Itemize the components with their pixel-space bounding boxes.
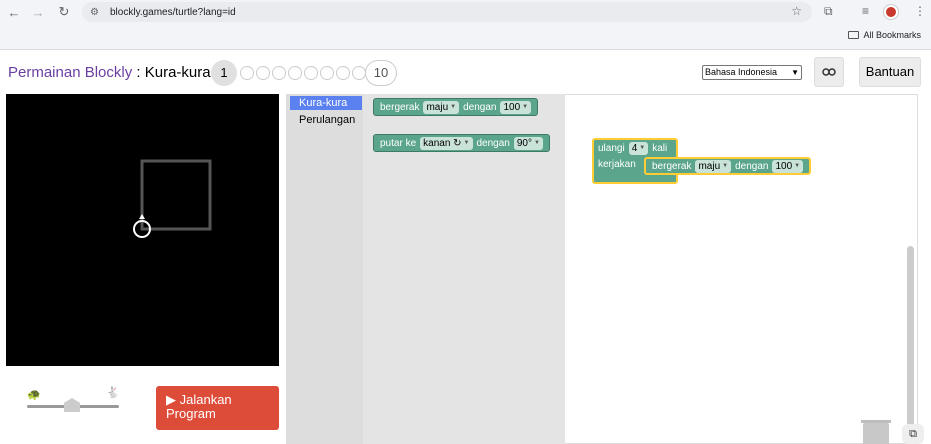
fast-rabbit-icon: 🐇 <box>106 387 120 399</box>
move-with-label: dengan <box>463 101 497 113</box>
chevron-down-icon: ▼ <box>639 145 646 151</box>
browser-toolbar: ← → ↻ ⚙ blockly.games/turtle?lang=id ☆ ⧉… <box>0 0 931 24</box>
run-label-line1: Jalankan <box>179 392 232 407</box>
repeat-count-dropdown[interactable]: 4 ▼ <box>628 142 649 155</box>
level-dot[interactable] <box>240 66 254 80</box>
trash-icon[interactable] <box>863 423 889 444</box>
level-dot[interactable] <box>320 66 334 80</box>
level-last[interactable]: 10 <box>365 60 397 86</box>
turn-with-label: dengan <box>476 137 510 149</box>
translate-icon[interactable]: ⧉ <box>902 424 924 444</box>
menu-icon[interactable]: ⋮ <box>914 4 926 18</box>
level-dot[interactable] <box>272 66 286 80</box>
turtle-canvas <box>133 159 212 238</box>
address-bar[interactable]: ⚙ blockly.games/turtle?lang=id ☆ <box>82 2 812 22</box>
workspace-scrollbar[interactable] <box>907 246 914 432</box>
turtle-head-icon <box>139 214 145 219</box>
turn-label: putar ke <box>380 137 417 149</box>
bookmarks-bar: All Bookmarks <box>0 24 931 50</box>
reload-icon[interactable]: ↻ <box>52 0 76 24</box>
link-icon <box>822 68 836 76</box>
turn-amount-dropdown[interactable]: 90° ▼ <box>513 136 543 150</box>
all-bookmarks-label: All Bookmarks <box>863 30 921 40</box>
game-name: Kura-kura <box>144 64 211 81</box>
language-value: Bahasa Indonesia <box>705 67 778 77</box>
language-select[interactable]: Bahasa Indonesia ▼ <box>702 65 802 80</box>
repeat-do-label: kerjakan <box>598 159 636 170</box>
level-current[interactable]: 1 <box>211 60 237 86</box>
chevron-down-icon: ▼ <box>534 139 540 146</box>
category-turtle[interactable]: Kura-kura <box>290 96 362 110</box>
chevron-down-icon: ▼ <box>791 68 799 77</box>
chevron-down-icon: ▼ <box>463 139 470 146</box>
chevron-down-icon: ▼ <box>794 162 801 169</box>
workspace-move-block[interactable]: bergerak maju ▼ dengan 100 ▼ <box>644 157 812 175</box>
help-button[interactable]: Bantuan <box>859 57 921 87</box>
all-bookmarks[interactable]: All Bookmarks <box>848 30 921 40</box>
blockly-toolbox <box>286 94 363 444</box>
slow-turtle-icon: 🐢 <box>27 389 41 401</box>
profile-avatar[interactable] <box>884 5 898 19</box>
chevron-down-icon: ▼ <box>522 103 529 110</box>
level-dot[interactable] <box>256 66 270 80</box>
level-dot[interactable] <box>288 66 302 80</box>
chevron-down-icon: ▼ <box>450 103 457 110</box>
folder-icon <box>848 31 860 39</box>
drawn-square <box>140 159 212 231</box>
category-loops[interactable]: Perulangan <box>290 113 362 127</box>
repeat-label: ulangi <box>598 143 625 154</box>
title-separator: : <box>132 64 145 81</box>
extensions-icon[interactable]: ⧉ <box>824 4 833 19</box>
bookmark-star-icon[interactable]: ☆ <box>791 4 802 18</box>
move-amount-dropdown[interactable]: 100 ▼ <box>500 100 532 114</box>
games-home-link[interactable]: Permainan Blockly <box>8 64 132 81</box>
forward-icon[interactable]: → <box>26 0 50 24</box>
play-icon: ▶ <box>166 392 180 407</box>
media-icon[interactable]: ≡ <box>862 4 869 18</box>
move-label: bergerak <box>380 101 420 113</box>
turtle-display <box>6 94 279 366</box>
page-title: Permainan Blockly : Kura-kura <box>8 64 211 81</box>
url-text: blockly.games/turtle?lang=id <box>110 6 236 18</box>
speed-slider-thumb[interactable] <box>64 398 80 412</box>
flyout-move-block[interactable]: bergerak maju ▼ dengan 100 ▼ <box>373 98 539 116</box>
level-dot[interactable] <box>352 66 366 80</box>
level-dot[interactable] <box>304 66 318 80</box>
turn-direction-dropdown[interactable]: kanan ↻ ▼ <box>420 136 473 150</box>
repeat-header: ulangi 4 ▼ kali <box>598 142 667 155</box>
link-button[interactable] <box>814 57 844 87</box>
back-icon[interactable]: ← <box>2 0 26 24</box>
move-direction-dropdown[interactable]: maju ▼ <box>423 100 460 114</box>
move-amount-dropdown[interactable]: 100 ▼ <box>772 159 804 173</box>
run-label-line2: Program <box>166 406 216 421</box>
move-with-label: dengan <box>735 160 769 172</box>
level-dot[interactable] <box>336 66 350 80</box>
run-program-button[interactable]: ▶ Jalankan Program <box>156 386 279 430</box>
site-settings-icon[interactable]: ⚙ <box>90 7 104 18</box>
move-direction-dropdown[interactable]: maju ▼ <box>695 159 732 173</box>
repeat-times-label: kali <box>652 143 668 154</box>
move-label: bergerak <box>652 160 692 172</box>
chevron-down-icon: ▼ <box>722 162 729 169</box>
flyout-turn-block[interactable]: putar ke kanan ↻ ▼ dengan 90° ▼ <box>373 134 550 152</box>
